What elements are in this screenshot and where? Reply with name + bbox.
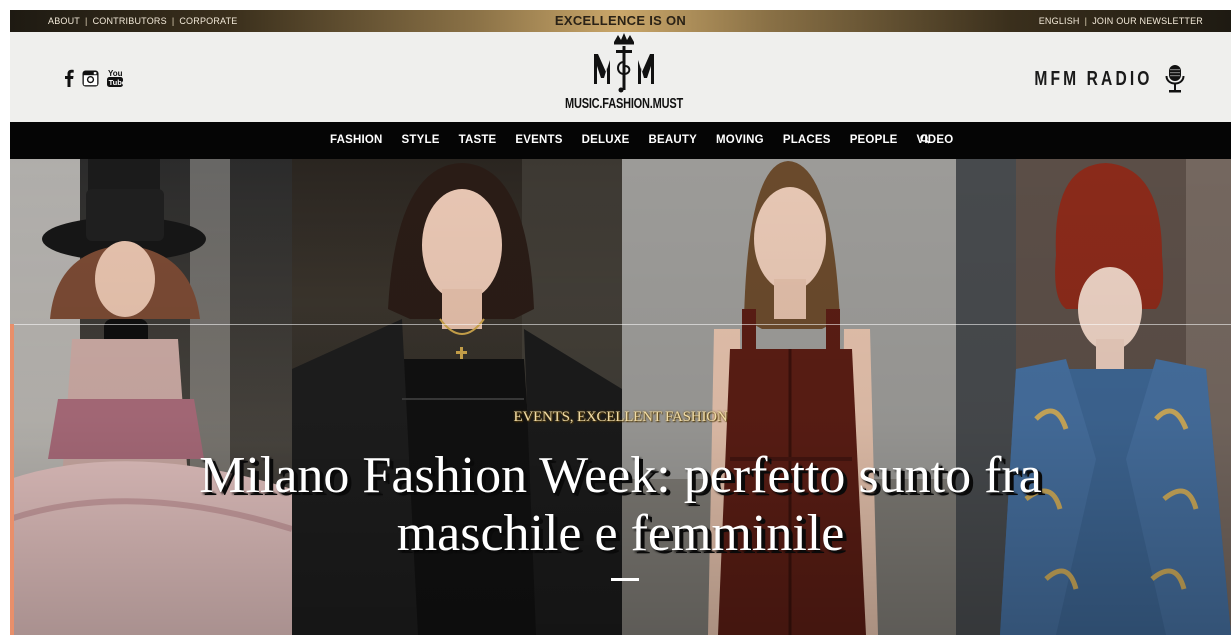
- separator: |: [171, 16, 175, 26]
- about-link[interactable]: ABOUT: [48, 16, 80, 26]
- radio-link[interactable]: MFM RADIO: [1001, 64, 1185, 94]
- social-links: YouTube: [64, 68, 123, 88]
- nav-item-deluxe[interactable]: DELUXE: [582, 134, 630, 146]
- nav-item-style[interactable]: STYLE: [402, 134, 440, 146]
- nav-item-beauty[interactable]: BEAUTY: [649, 134, 697, 146]
- english-link[interactable]: ENGLISH: [1039, 16, 1080, 26]
- separator: |: [1084, 16, 1088, 26]
- nav-items: FASHION STYLE TASTE EVENTS DELUXE BEAUTY…: [330, 134, 953, 146]
- nav-item-places[interactable]: PLACES: [783, 134, 831, 146]
- article-title-line-1: Milano Fashion Week: perfetto sunto fra: [199, 447, 1042, 504]
- newsletter-link[interactable]: JOIN OUR NEWSLETTER: [1092, 16, 1203, 26]
- youtube-icon[interactable]: YouTube: [107, 68, 123, 88]
- top-left-links: ABOUT | CONTRIBUTORS | CORPORATE: [48, 16, 238, 26]
- contributors-link[interactable]: CONTRIBUTORS: [93, 16, 167, 26]
- svg-text:Tube: Tube: [109, 78, 123, 87]
- search-icon[interactable]: [920, 134, 930, 144]
- radio-label: MFM RADIO: [1034, 67, 1153, 90]
- article-title[interactable]: Milano Fashion Week: perfetto sunto fra …: [10, 447, 1231, 563]
- site-header: YouTube MUSIC.FASHION.MUST MFM RADIO: [10, 32, 1231, 122]
- nav-item-moving[interactable]: MOVING: [716, 134, 764, 146]
- corporate-link[interactable]: CORPORATE: [179, 16, 237, 26]
- article-category[interactable]: EVENTS, EXCELLENT FASHION: [10, 409, 1231, 426]
- microphone-icon: [1165, 64, 1185, 94]
- logo-monogram: [594, 33, 654, 93]
- instagram-icon[interactable]: [82, 70, 99, 87]
- divider: [10, 324, 1231, 325]
- nav-item-taste[interactable]: TASTE: [459, 134, 497, 146]
- nav-item-events[interactable]: EVENTS: [515, 134, 562, 146]
- hero-shade: [10, 159, 1231, 635]
- article-title-line-2: maschile e femminile: [396, 505, 845, 562]
- top-right-links: ENGLISH | JOIN OUR NEWSLETTER: [1039, 16, 1203, 26]
- separator: |: [85, 16, 88, 26]
- hero-feature[interactable]: EVENTS, EXCELLENT FASHION Milano Fashion…: [10, 159, 1231, 635]
- facebook-icon[interactable]: [64, 69, 74, 87]
- title-underline: [611, 578, 639, 581]
- site-logo[interactable]: MUSIC.FASHION.MUST: [564, 32, 684, 122]
- top-bar: ABOUT | CONTRIBUTORS | CORPORATE EXCELLENCE …: [10, 10, 1231, 32]
- nav-item-fashion[interactable]: FASHION: [330, 134, 383, 146]
- logo-text: MUSIC.FASHION.MUST: [564, 96, 683, 113]
- nav-item-people[interactable]: PEOPLE: [850, 134, 898, 146]
- main-nav: FASHION STYLE TASTE EVENTS DELUXE BEAUTY…: [10, 122, 1231, 159]
- svg-text:You: You: [108, 69, 123, 78]
- page: ABOUT | CONTRIBUTORS | CORPORATE EXCELLENCE …: [10, 10, 1231, 635]
